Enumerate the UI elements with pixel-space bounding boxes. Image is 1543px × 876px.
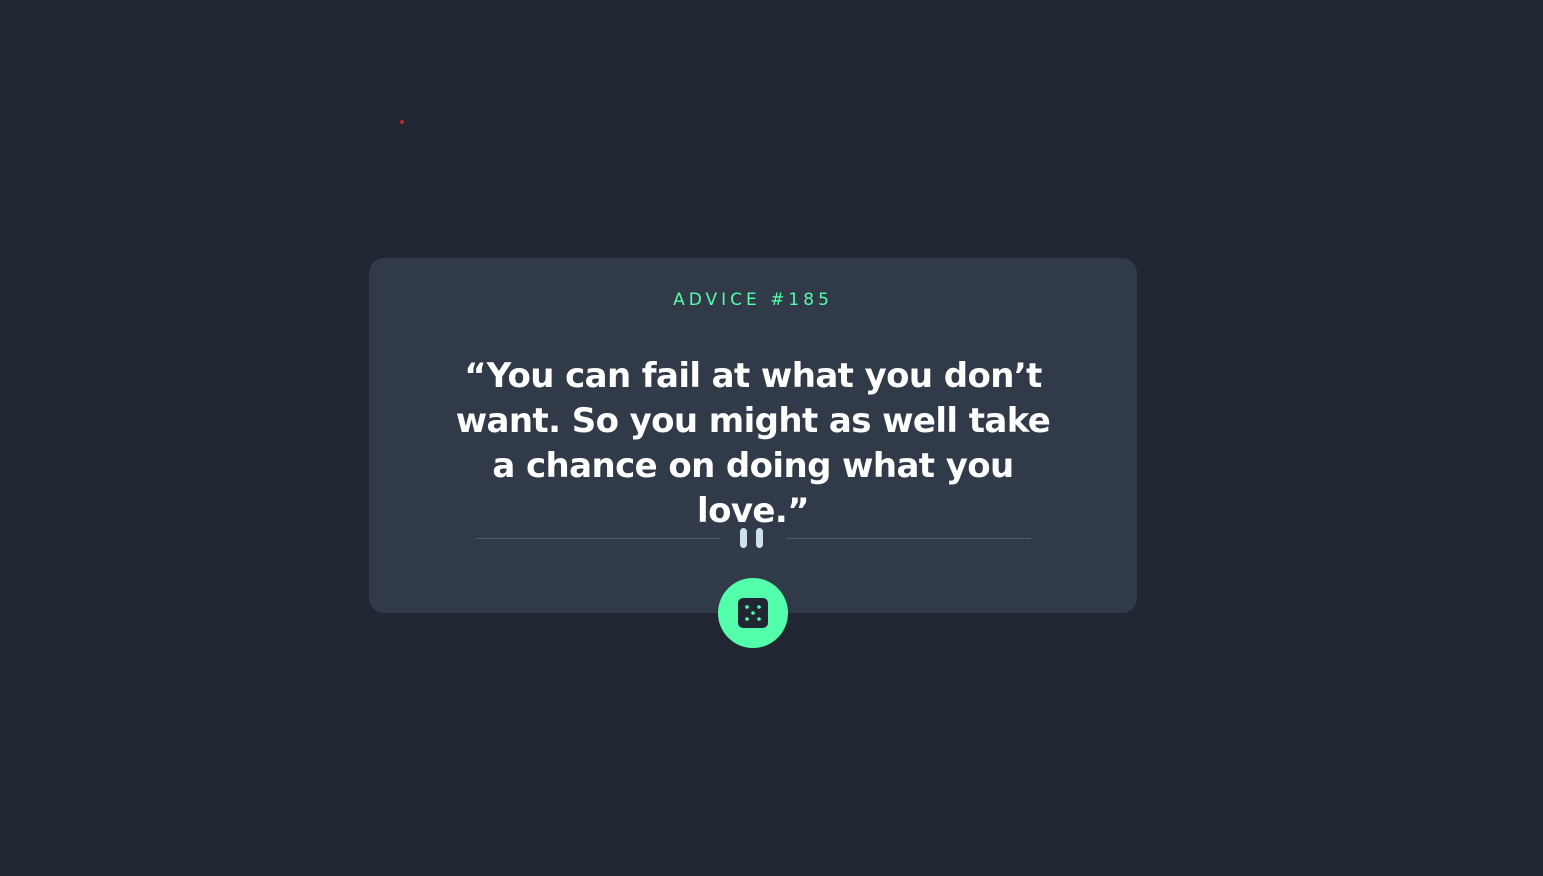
stray-dot [400, 120, 404, 124]
advice-quote: “You can fail at what you don’t want. So… [455, 356, 1051, 531]
pause-bar-right [756, 528, 763, 548]
divider-line-right [786, 538, 1031, 539]
page: ADVICE #185 “You can fail at what you do… [0, 0, 1543, 876]
divider [476, 528, 1031, 548]
advice-card: ADVICE #185 “You can fail at what you do… [369, 258, 1137, 613]
generate-advice-button[interactable] [718, 578, 788, 648]
pause-bar-left [740, 528, 747, 548]
divider-line-left [476, 538, 721, 539]
advice-id: ADVICE #185 [673, 290, 833, 310]
dice-icon [738, 598, 768, 628]
